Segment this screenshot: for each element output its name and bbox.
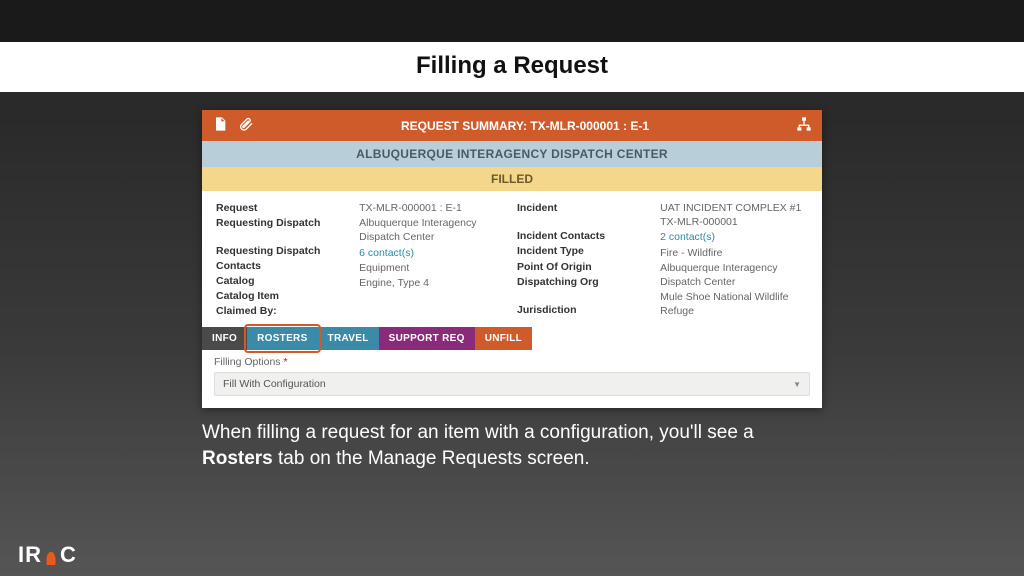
request-summary-title: REQUEST SUMMARY: TX-MLR-000001 : E-1	[401, 119, 649, 133]
filling-options-value: Fill With Configuration	[223, 378, 326, 390]
label-req-contacts: Requesting Dispatch Contacts	[216, 244, 349, 272]
label-catalog-item: Catalog Item	[216, 289, 349, 303]
label-claimed-by: Claimed By:	[216, 304, 349, 318]
filling-options-label: Filling Options *	[214, 356, 810, 368]
status-header: FILLED	[202, 167, 822, 191]
value-jurisdiction: Mule Shoe National Wildlife Refuge	[660, 290, 808, 318]
label-incident-type: Incident Type	[517, 244, 650, 258]
value-req-dispatch: Albuquerque Interagency Dispatch Center	[359, 216, 507, 244]
value-req-contacts[interactable]: 6 contact(s)	[359, 246, 507, 260]
filling-options-select[interactable]: Fill With Configuration ▼	[214, 372, 810, 396]
value-incident: UAT INCIDENT COMPLEX #1 TX-MLR-000001	[660, 201, 808, 229]
flame-icon	[43, 545, 59, 565]
tab-bar: INFO ROSTERS TRAVEL SUPPORT REQ UNFILL	[202, 327, 822, 350]
value-request: TX-MLR-000001 : E-1	[359, 201, 507, 215]
label-incident: Incident	[517, 201, 650, 215]
label-point-origin: Point Of Origin	[517, 260, 650, 274]
details-grid: Request Requesting Dispatch Requesting D…	[202, 191, 822, 327]
panel-header: REQUEST SUMMARY: TX-MLR-000001 : E-1	[202, 110, 822, 141]
label-request: Request	[216, 201, 349, 215]
org-chart-icon[interactable]	[796, 116, 812, 135]
iroc-logo: IRC	[18, 542, 77, 568]
document-icon[interactable]	[212, 116, 228, 135]
tab-info[interactable]: INFO	[202, 327, 247, 350]
tab-support-req[interactable]: SUPPORT REQ	[379, 327, 475, 350]
label-catalog: Catalog	[216, 274, 349, 288]
chevron-down-icon: ▼	[793, 380, 801, 389]
attachment-icon[interactable]	[238, 116, 254, 135]
slide-caption: When filling a request for an item with …	[202, 420, 822, 471]
value-incident-contacts[interactable]: 2 contact(s)	[660, 230, 808, 244]
filling-options-section: Filling Options * Fill With Configuratio…	[202, 350, 822, 408]
dispatch-center-header: ALBUQUERQUE INTERAGENCY DISPATCH CENTER	[202, 141, 822, 167]
tab-travel[interactable]: TRAVEL	[318, 327, 379, 350]
slide-title: Filling a Request	[0, 42, 1024, 92]
request-panel: REQUEST SUMMARY: TX-MLR-000001 : E-1 ALB…	[202, 110, 822, 408]
value-catalog: Equipment	[359, 261, 507, 275]
value-catalog-item: Engine, Type 4	[359, 276, 507, 290]
label-jurisdiction: Jurisdiction	[517, 303, 650, 317]
tab-unfill[interactable]: UNFILL	[475, 327, 532, 350]
label-dispatching-org: Dispatching Org	[517, 275, 650, 289]
value-dispatching-org: Albuquerque Interagency Dispatch Center	[660, 261, 808, 289]
tab-rosters[interactable]: ROSTERS	[247, 327, 317, 350]
label-req-dispatch: Requesting Dispatch	[216, 216, 349, 230]
label-incident-contacts: Incident Contacts	[517, 229, 650, 243]
top-bar	[0, 0, 1024, 42]
value-incident-type: Fire - Wildfire	[660, 246, 808, 260]
